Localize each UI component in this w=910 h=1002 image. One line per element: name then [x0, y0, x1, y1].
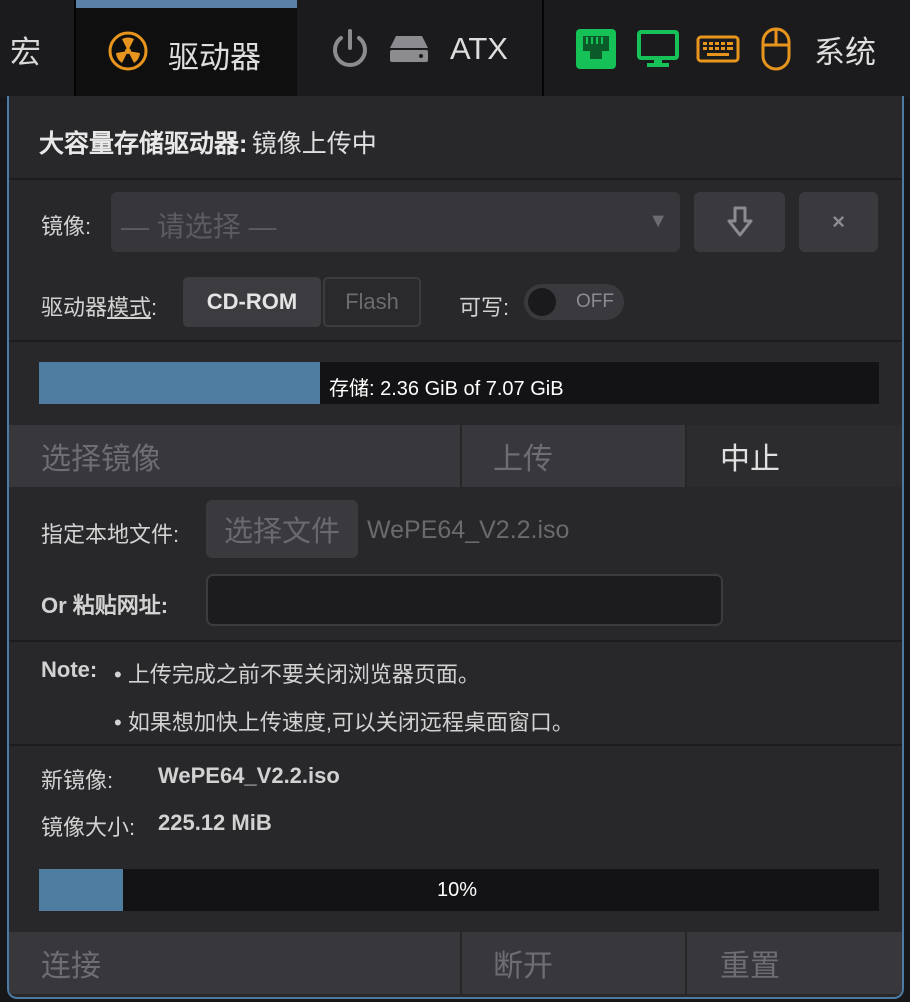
- menu-macro-label: 宏: [10, 34, 41, 70]
- panel-header: 大容量存储驱动器: 镜像上传中: [39, 124, 377, 160]
- drive-icon: [108, 31, 148, 71]
- upload-status: 镜像上传中: [251, 130, 377, 158]
- mouse-icon: [761, 27, 791, 71]
- note-label: Note:: [41, 657, 98, 682]
- mode-flash-label: Flash: [345, 289, 399, 314]
- selected-file-name: WePE64_V2.2.iso: [367, 516, 570, 544]
- new-image-label: 新镜像:: [41, 768, 114, 793]
- select-image-label: 选择镜像: [41, 443, 161, 476]
- writable-label: 可写:: [459, 295, 510, 320]
- mode-cdrom-label: CD-ROM: [206, 289, 298, 314]
- button-separator: [685, 932, 687, 994]
- download-arrow-icon: [727, 206, 752, 237]
- toggle-knob: [528, 288, 556, 316]
- image-size-value: 225.12 MiB: [158, 810, 272, 835]
- note-item: • 上传完成之前不要关闭浏览器页面。: [114, 662, 480, 687]
- disconnect-label: 断开: [493, 950, 553, 983]
- network-icon: [576, 29, 616, 69]
- download-image-button[interactable]: [694, 192, 785, 252]
- monitor-icon: [637, 30, 679, 67]
- close-icon: ×: [832, 209, 845, 234]
- menu-atx-label: ATX: [450, 31, 508, 66]
- mode-flash-button[interactable]: Flash: [323, 277, 421, 327]
- connection-action-row: 连接 断开 重置: [9, 932, 902, 994]
- choose-file-button[interactable]: 选择文件: [206, 500, 358, 558]
- storage-text: 存储: 2.36 GiB of 7.07 GiB: [329, 378, 564, 400]
- mode-cdrom-button[interactable]: CD-ROM: [183, 277, 321, 327]
- url-label: Or 粘贴网址:: [41, 593, 169, 618]
- menu-system[interactable]: 系统: [575, 0, 876, 98]
- button-separator: [460, 425, 462, 487]
- reset-button[interactable]: 重置: [720, 932, 780, 994]
- drive-mode-label-prefix: 驱动器: [41, 295, 108, 320]
- abort-button[interactable]: 中止: [720, 425, 780, 487]
- upload-progress-text: 10%: [437, 879, 478, 901]
- choose-file-label: 选择文件: [223, 516, 340, 548]
- top-menu-bar: 宏 驱动器 ATX 系统: [0, 0, 910, 98]
- server-icon: [390, 36, 428, 62]
- local-file-label: 指定本地文件:: [41, 522, 180, 547]
- image-select-placeholder: — 请选择 —: [121, 211, 277, 242]
- active-tab-highlight: [76, 0, 297, 8]
- chevron-down-icon: ▼: [648, 210, 668, 232]
- divider: [9, 744, 902, 746]
- drive-mode-link[interactable]: 模式: [107, 295, 151, 320]
- button-separator: [460, 932, 462, 994]
- panel-title: 大容量存储驱动器:: [39, 130, 248, 158]
- upload-progress-fill: [39, 869, 123, 911]
- remove-image-button[interactable]: ×: [799, 192, 878, 252]
- reset-label: 重置: [720, 950, 780, 983]
- upload-progress-bar: 10%: [39, 869, 879, 911]
- image-action-row: 选择镜像 上传 中止: [9, 425, 902, 487]
- storage-bar: 存储: 2.36 GiB of 7.07 GiB: [39, 362, 879, 404]
- connect-label: 连接: [41, 950, 101, 983]
- menu-atx[interactable]: ATX: [330, 0, 508, 98]
- divider: [9, 640, 902, 642]
- select-image-button[interactable]: 选择镜像: [41, 425, 161, 487]
- image-label: 镜像:: [41, 214, 92, 239]
- mass-storage-panel: 大容量存储驱动器: 镜像上传中 镜像: — 请选择 — ▼ × 驱动器模式: C…: [7, 96, 904, 999]
- keyboard-icon: [696, 35, 740, 63]
- divider: [9, 178, 902, 180]
- menu-drive-label: 驱动器: [168, 40, 261, 75]
- upload-label: 上传: [493, 443, 553, 476]
- divider: [9, 340, 902, 342]
- storage-bar-fill: [39, 362, 320, 404]
- menu-separator: [542, 0, 544, 98]
- connect-button[interactable]: 连接: [41, 932, 101, 994]
- menu-system-label: 系统: [814, 34, 876, 70]
- disconnect-button[interactable]: 断开: [493, 932, 553, 994]
- writable-toggle[interactable]: OFF: [524, 284, 624, 320]
- writable-state: OFF: [576, 291, 614, 312]
- upload-button[interactable]: 上传: [493, 425, 553, 487]
- note-item: • 如果想加快上传速度,可以关闭远程桌面窗口。: [114, 710, 574, 735]
- abort-label: 中止: [720, 443, 780, 476]
- drive-mode-label: 驱动器模式:: [41, 290, 157, 322]
- new-image-value: WePE64_V2.2.iso: [158, 763, 340, 788]
- image-select[interactable]: — 请选择 — ▼: [111, 192, 680, 252]
- url-input[interactable]: [206, 574, 723, 626]
- power-icon: [333, 29, 367, 67]
- menu-macro[interactable]: 宏: [10, 0, 41, 98]
- drive-mode-label-suffix: :: [151, 295, 158, 320]
- menu-drive-tab[interactable]: 驱动器: [76, 0, 297, 98]
- image-size-label: 镜像大小:: [41, 815, 136, 840]
